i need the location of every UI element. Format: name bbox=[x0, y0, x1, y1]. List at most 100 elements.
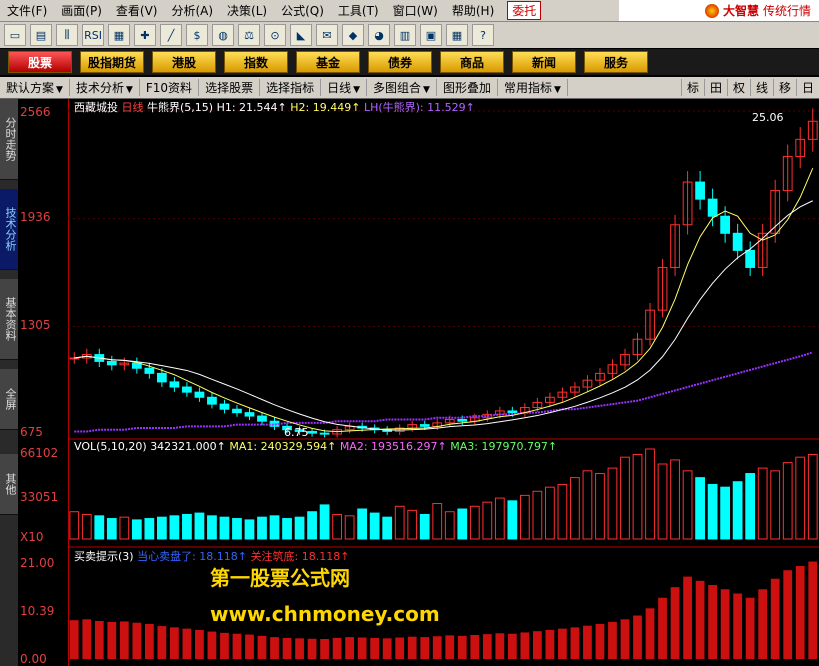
select-indicator-button[interactable]: 选择指标 bbox=[260, 79, 322, 96]
volume-bar bbox=[469, 505, 480, 540]
toggle-mark[interactable]: 标 bbox=[681, 79, 704, 96]
nav-fund[interactable]: 基金 bbox=[296, 51, 360, 73]
nav-stock[interactable]: 股票 bbox=[8, 51, 72, 73]
globe-icon[interactable]: ◕ bbox=[368, 24, 390, 46]
toggle-rights[interactable]: 权 bbox=[727, 79, 750, 96]
chevron-down-icon: ▼ bbox=[56, 85, 63, 95]
rsi-icon[interactable]: RSI bbox=[82, 24, 104, 46]
volume-bar bbox=[131, 519, 142, 540]
entrust-button[interactable]: 委托 bbox=[507, 1, 542, 20]
menu-screen[interactable]: 画面(P) bbox=[54, 2, 109, 19]
signal-bar bbox=[683, 576, 692, 659]
indicator-name: 牛熊界(5,15) bbox=[147, 101, 214, 114]
candle-body bbox=[269, 420, 280, 427]
scale-icon[interactable]: ⚖ bbox=[238, 24, 260, 46]
diamond-icon[interactable]: ◆ bbox=[342, 24, 364, 46]
menu-formula[interactable]: 公式(Q) bbox=[274, 2, 331, 19]
signal-bar bbox=[558, 628, 567, 659]
side-tab-fullscreen[interactable]: 全屏 bbox=[0, 369, 18, 430]
menu-file[interactable]: 文件(F) bbox=[0, 2, 54, 19]
price-tick: 1936 bbox=[20, 210, 51, 224]
price-tick: 675 bbox=[20, 425, 43, 439]
signal-bar bbox=[270, 637, 279, 659]
grid-icon[interactable]: ▦ bbox=[108, 24, 130, 46]
h2-value: H2: 19.449↑ bbox=[290, 101, 361, 114]
open-folder-icon[interactable]: ▭ bbox=[4, 24, 26, 46]
chevron-down-icon: ▼ bbox=[125, 85, 133, 95]
ruler-icon[interactable]: ╱ bbox=[160, 24, 182, 46]
bs-tick: 10.39 bbox=[20, 604, 55, 618]
book-icon[interactable]: ▥ bbox=[394, 24, 416, 46]
volume-bar bbox=[294, 516, 305, 540]
signal-bar bbox=[695, 580, 705, 659]
overlay-button[interactable]: 图形叠加 bbox=[437, 79, 498, 96]
menu-help[interactable]: 帮助(H) bbox=[445, 2, 501, 19]
tech-analysis-select[interactable]: 技术分析 ▼ bbox=[70, 79, 140, 96]
chevron-down-icon: ▼ bbox=[353, 85, 361, 95]
compare-icon[interactable]: ◍ bbox=[212, 24, 234, 46]
f10-button[interactable]: F10资料 bbox=[140, 79, 200, 96]
library-icon[interactable]: ▦ bbox=[446, 24, 468, 46]
volume-bar bbox=[282, 518, 292, 540]
toggle-move[interactable]: 移 bbox=[773, 79, 796, 96]
signal-bar bbox=[207, 631, 217, 659]
candle-body bbox=[219, 403, 230, 410]
menu-window[interactable]: 窗口(W) bbox=[386, 2, 445, 19]
vol-ma3: MA3: 197970.797↑ bbox=[450, 440, 558, 453]
bs-label: 买卖提示(3) bbox=[74, 550, 134, 563]
mail-icon[interactable]: ✉ bbox=[316, 24, 338, 46]
toggle-grid[interactable]: 田 bbox=[704, 79, 727, 96]
quote-table-icon[interactable]: ▤ bbox=[30, 24, 52, 46]
scheme-label: 默认方案 bbox=[6, 81, 55, 95]
side-tab-intraday[interactable]: 分时走势 bbox=[0, 99, 18, 180]
kline-chart[interactable] bbox=[68, 99, 819, 666]
vol-ma2: MA2: 193516.297↑ bbox=[339, 440, 447, 453]
toggle-line[interactable]: 线 bbox=[750, 79, 773, 96]
signal-bar bbox=[420, 637, 430, 659]
select-stock-button[interactable]: 选择股票 bbox=[199, 79, 261, 96]
signal-bar bbox=[195, 629, 204, 659]
nav-commodity[interactable]: 商品 bbox=[440, 51, 504, 73]
alarm-icon[interactable]: ◣ bbox=[290, 24, 312, 46]
brand-subtitle: 传统行情 bbox=[762, 4, 811, 18]
nav-service[interactable]: 服务 bbox=[584, 51, 648, 73]
period-select[interactable]: 日线 ▼ bbox=[321, 79, 368, 96]
volume-bar bbox=[695, 477, 705, 540]
signal-bar bbox=[382, 638, 392, 659]
cross-icon[interactable]: ✚ bbox=[134, 24, 156, 46]
volume-bar bbox=[307, 511, 317, 540]
multi-chart-select[interactable]: 多图组合 ▼ bbox=[367, 79, 437, 96]
nav-index-futures[interactable]: 股指期货 bbox=[80, 51, 144, 73]
window-icon[interactable]: ▣ bbox=[420, 24, 442, 46]
volume-bar bbox=[369, 512, 380, 540]
toggle-day[interactable]: 日 bbox=[796, 79, 819, 96]
nav-news[interactable]: 新闻 bbox=[512, 51, 576, 73]
volume-bar bbox=[657, 463, 668, 540]
nav-index[interactable]: 指数 bbox=[224, 51, 288, 73]
menu-view[interactable]: 查看(V) bbox=[109, 2, 165, 19]
common-indicator-select[interactable]: 常用指标 ▼ bbox=[498, 79, 568, 96]
dollar-icon[interactable]: $ bbox=[186, 24, 208, 46]
volume-bar bbox=[119, 516, 130, 540]
chevron-down-icon: ▼ bbox=[554, 85, 561, 95]
menu-analysis[interactable]: 分析(A) bbox=[164, 2, 220, 19]
nav-hk-stock[interactable]: 港股 bbox=[152, 51, 216, 73]
menu-decision[interactable]: 决策(L) bbox=[220, 2, 274, 19]
side-tab-technical[interactable]: 技术分析 bbox=[0, 189, 18, 270]
volume-bar bbox=[169, 515, 180, 540]
side-tab-other[interactable]: 其他 bbox=[0, 454, 18, 515]
help-pointer-icon[interactable]: ? bbox=[472, 24, 494, 46]
kline-icon[interactable]: ⫼ bbox=[56, 24, 78, 46]
scheme-select[interactable]: 默认方案 ▼ bbox=[0, 79, 70, 96]
volume-bar bbox=[482, 501, 493, 540]
side-tab-fundamental[interactable]: 基本资料 bbox=[0, 279, 18, 360]
vol-ma1: MA1: 240329.594↑ bbox=[229, 440, 337, 453]
volume-bar bbox=[344, 515, 355, 540]
binocular-icon[interactable]: ⊙ bbox=[264, 24, 286, 46]
brand-logo-icon bbox=[704, 3, 719, 18]
signal-bar bbox=[633, 615, 642, 659]
volume-bar bbox=[219, 516, 230, 540]
signal-bar bbox=[170, 627, 179, 659]
menu-tools[interactable]: 工具(T) bbox=[331, 2, 386, 19]
nav-bond[interactable]: 债券 bbox=[368, 51, 432, 73]
